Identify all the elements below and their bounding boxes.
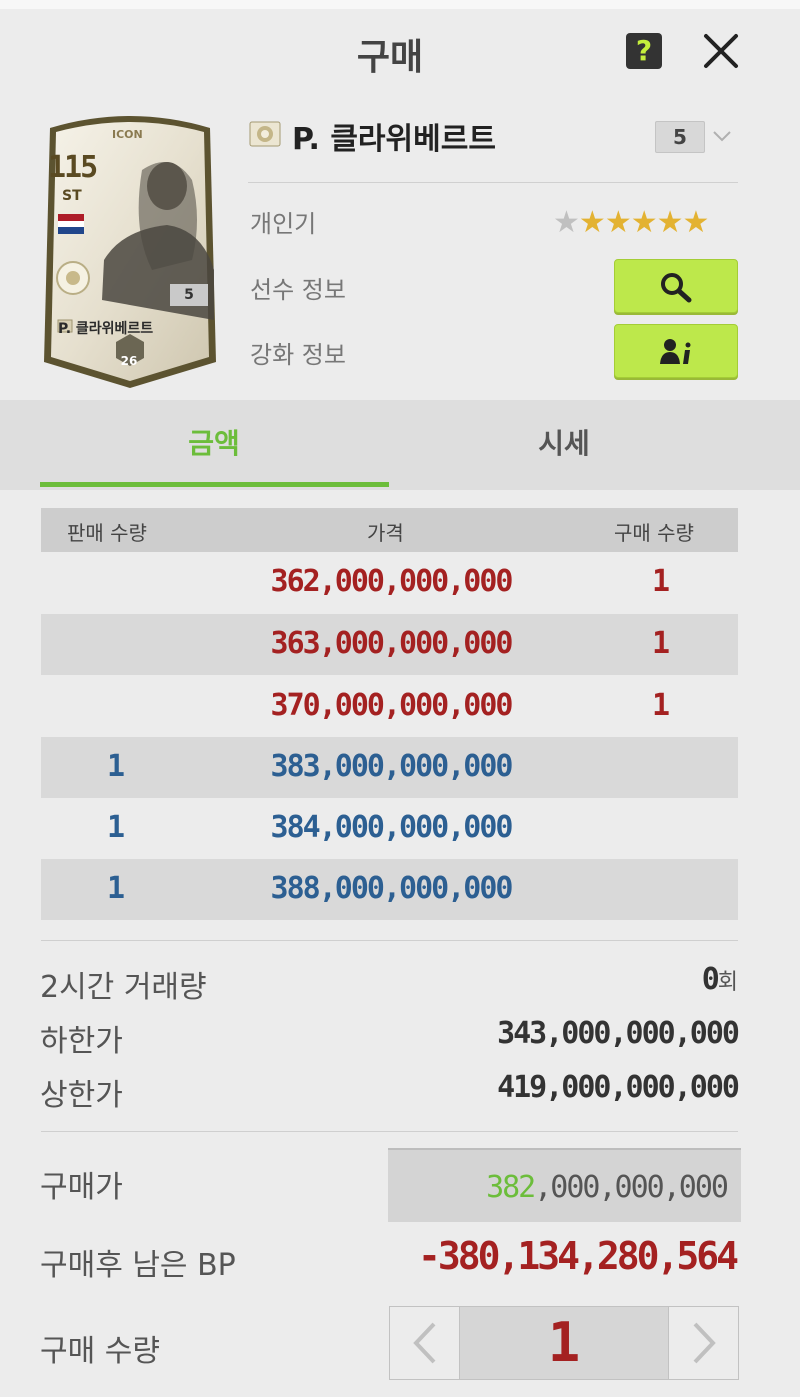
star-filled-icon: ★ (630, 205, 658, 240)
min-price-value: 343,000,000,000 (497, 1016, 740, 1051)
cell-sell-qty: 1 (106, 810, 126, 845)
cell-price: 363,000,000,000 (270, 626, 514, 661)
card-position: ST (62, 188, 82, 204)
purchase-price-input[interactable]: 382,000,000,000 (388, 1148, 741, 1222)
star-rating: ★★★★★★ (553, 205, 710, 240)
star-filled-icon: ★ (604, 205, 632, 240)
cell-sell-qty: 1 (106, 871, 126, 906)
enhance-info-label: 강화 정보 (250, 341, 346, 369)
star-filled-icon: ★ (656, 205, 684, 240)
tab-price[interactable]: 금액 (40, 422, 388, 462)
cell-buy-qty: 1 (651, 626, 671, 661)
table-row[interactable]: 1 384,000,000,000 (41, 798, 738, 859)
tab-bar: 금액 시세 (0, 400, 800, 490)
card-player-name: P. 클라위베르트 (58, 321, 154, 337)
star-filled-icon: ★ (682, 205, 710, 240)
table-row[interactable]: 362,000,000,000 1 (41, 552, 738, 613)
increase-button[interactable] (668, 1307, 738, 1379)
player-name: P. 클라위베르트 (292, 122, 496, 157)
header-price: 가격 (367, 521, 404, 545)
volume-label: 2시간 거래량 (40, 970, 207, 1005)
icon-season-icon (249, 121, 281, 147)
chevron-down-icon[interactable] (712, 128, 732, 147)
max-price-label: 상한가 (40, 1078, 123, 1113)
purchase-price-prefix: 382 (486, 1170, 536, 1205)
volume-value: 0회 (702, 962, 738, 997)
cell-price: 388,000,000,000 (270, 871, 514, 906)
purchase-qty-label: 구매 수량 (40, 1334, 160, 1369)
cell-price: 362,000,000,000 (270, 564, 514, 599)
divider (41, 1131, 738, 1132)
help-button[interactable]: ? (626, 33, 662, 69)
cell-price: 383,000,000,000 (270, 749, 514, 784)
cell-price: 384,000,000,000 (270, 810, 514, 845)
divider (248, 182, 738, 183)
chevron-left-icon (412, 1322, 435, 1364)
cell-buy-qty: 1 (651, 564, 671, 599)
page-title: 구매 (356, 37, 424, 78)
card-season-badge: 26 (120, 354, 138, 368)
star-empty-icon: ★ (553, 205, 580, 240)
person-info-icon (660, 339, 691, 364)
enhance-info-button[interactable] (614, 324, 738, 378)
header-sell-qty: 판매 수량 (67, 521, 147, 545)
min-price-label: 하한가 (40, 1024, 123, 1059)
cell-sell-qty: 1 (106, 749, 126, 784)
purchase-price-label: 구매가 (40, 1170, 123, 1205)
remaining-bp-label: 구매후 남은 BP (40, 1248, 236, 1283)
header-buy-qty: 구매 수량 (614, 521, 694, 545)
remaining-bp-value: -380,134,280,564 (417, 1234, 739, 1278)
table-row[interactable]: 1 388,000,000,000 (41, 859, 738, 920)
card-ovr: 115 (48, 150, 98, 185)
purchase-price-suffix: ,000,000,000 (534, 1170, 729, 1205)
level-select[interactable]: 5 (655, 121, 705, 153)
player-info-button[interactable] (614, 259, 738, 313)
card-level: 5 (170, 284, 208, 306)
search-icon (661, 273, 692, 303)
volume-number: 0 (701, 962, 720, 997)
top-strip (0, 0, 800, 9)
table-header: 판매 수량 가격 구매 수량 (41, 508, 738, 552)
divider (41, 940, 738, 941)
card-icon-badge: ICON (112, 128, 143, 141)
tab-active-indicator (40, 482, 389, 487)
decrease-button[interactable] (390, 1307, 460, 1379)
volume-unit: 회 (717, 970, 738, 995)
tab-market[interactable]: 시세 (390, 422, 738, 462)
table-row[interactable]: 363,000,000,000 1 (41, 614, 738, 675)
cell-price: 370,000,000,000 (270, 688, 514, 723)
close-icon[interactable] (700, 30, 742, 72)
quantity-stepper[interactable]: 1 (389, 1306, 739, 1380)
table-row[interactable]: 1 383,000,000,000 (41, 737, 738, 798)
purchase-price-value: 382,000,000,000 (486, 1170, 729, 1205)
cell-buy-qty: 1 (651, 688, 671, 723)
max-price-value: 419,000,000,000 (497, 1070, 740, 1105)
player-info-label: 선수 정보 (250, 276, 346, 304)
star-filled-icon: ★ (578, 205, 606, 240)
chevron-right-icon (693, 1322, 716, 1364)
quantity-value: 1 (547, 1311, 581, 1374)
popularity-label: 개인기 (250, 210, 317, 238)
table-row[interactable]: 370,000,000,000 1 (41, 676, 738, 737)
